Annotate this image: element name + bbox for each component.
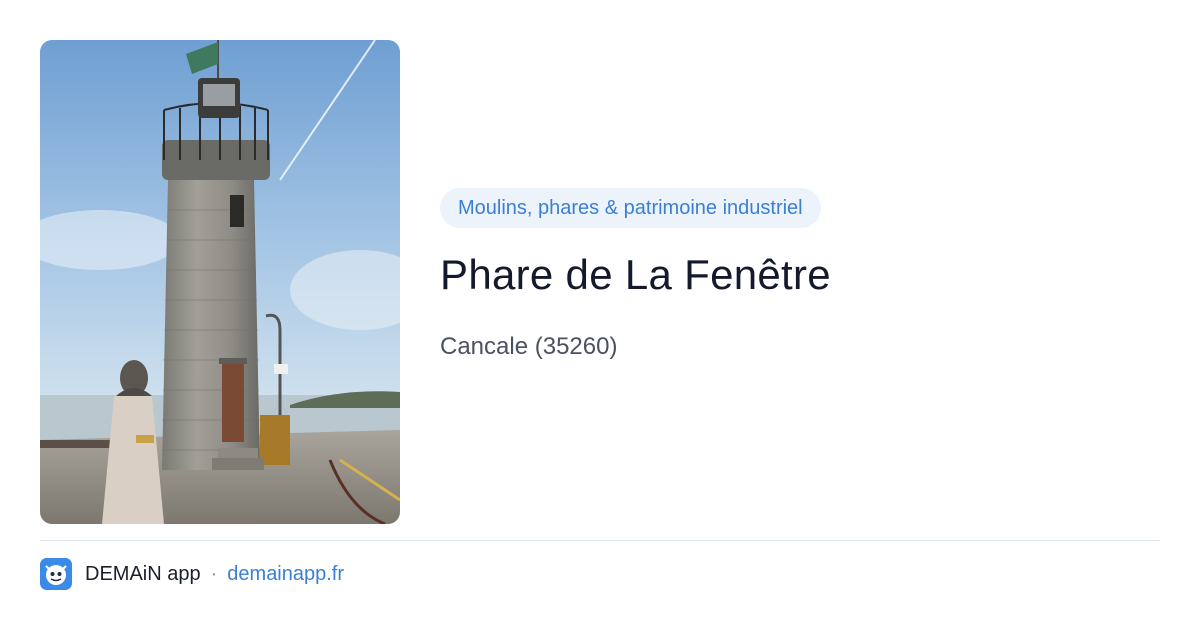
domain-link[interactable]: demainapp.fr — [227, 563, 344, 586]
app-logo-icon — [40, 558, 72, 590]
place-info: Moulins, phares & patrimoine industriel … — [440, 188, 1160, 362]
share-card: Moulins, phares & patrimoine industriel … — [0, 0, 1200, 630]
app-name: DEMAiN app — [85, 562, 201, 585]
footer: DEMAiN app · demainapp.fr — [40, 558, 344, 590]
place-title: Phare de La Fenêtre — [440, 251, 831, 298]
place-location: Cancale (35260) — [440, 333, 618, 360]
divider — [40, 540, 1160, 541]
footer-separator: · — [210, 562, 218, 585]
category-badge[interactable]: Moulins, phares & patrimoine industriel — [440, 188, 821, 228]
lighthouse-photo — [40, 40, 400, 524]
